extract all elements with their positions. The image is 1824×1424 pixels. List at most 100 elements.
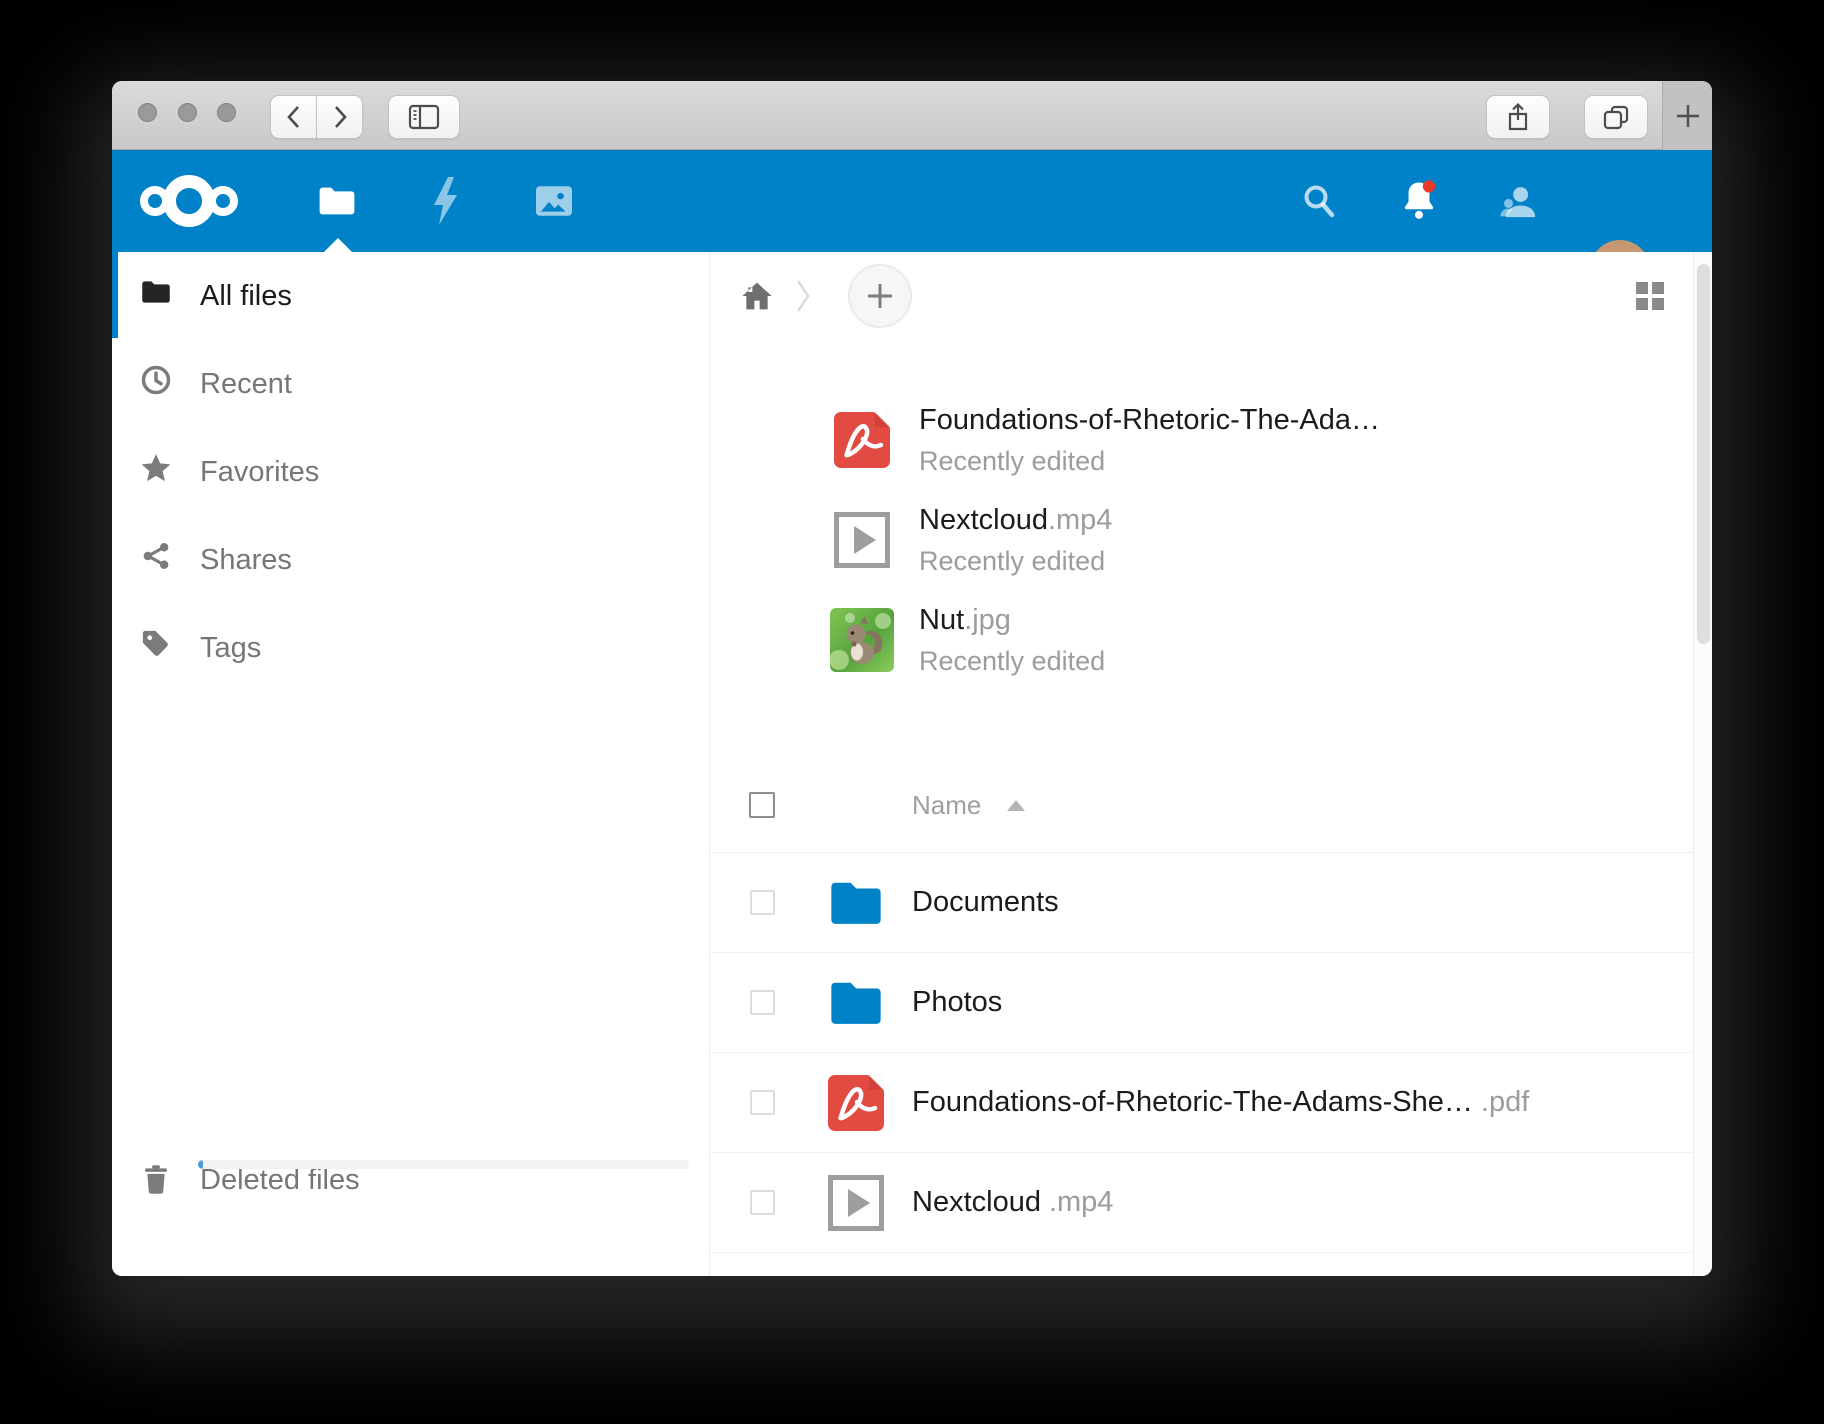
folder-icon [141,279,171,313]
tabs-icon [1601,102,1631,132]
trash-icon [112,1164,200,1196]
share-page-button[interactable] [1486,95,1550,139]
sidebar-item-label: Shares [200,544,292,577]
forward-button[interactable] [316,95,363,139]
pdf-file-icon [834,412,890,468]
home-button[interactable] [741,281,773,316]
sidebar-item-shares[interactable]: Shares [112,516,709,604]
quota-progress-bar [198,1160,689,1169]
plus-icon [865,281,895,311]
name-column-header[interactable]: Name [912,790,981,821]
file-subtitle: Recently edited [919,446,1380,477]
pdf-file-icon [828,1075,884,1131]
new-file-button[interactable] [848,264,912,328]
sidebar-item-label: Favorites [200,456,319,489]
new-tab-button[interactable] [1662,81,1712,150]
row-checkbox[interactable] [750,890,775,915]
breadcrumb [711,252,1693,340]
window-minimize-button[interactable] [178,103,197,122]
quota-indicator: 19.6 MB used [112,1255,709,1276]
sidebar-toggle-icon [408,104,440,130]
grid-view-toggle[interactable] [1635,281,1665,316]
quota-progress-fill [198,1160,203,1169]
recent-file-item[interactable]: Foundations-of-Rhetoric-The-Ada… Recentl… [830,390,1630,490]
folder-icon [318,186,356,216]
sidebar-item-tags[interactable]: Tags [112,604,709,692]
lightning-icon [428,175,462,227]
file-subtitle: Recently edited [919,546,1112,577]
browser-window: A All files Recent [112,81,1712,1276]
gallery-icon [534,183,574,219]
home-icon [741,281,773,311]
file-table-row[interactable]: Documents [711,853,1693,953]
file-name: Foundations-of-Rhetoric-The-Ada… [919,404,1380,436]
scrollbar[interactable] [1693,252,1712,1276]
sidebar-item-recent[interactable]: Recent [112,340,709,428]
video-file-icon [828,1175,884,1231]
sort-ascending-icon[interactable] [1007,800,1025,811]
app-tab-photos[interactable] [516,150,592,252]
file-name: Nextcloud [919,504,1048,536]
file-name: Photos [912,986,1002,1018]
window-close-button[interactable] [138,103,157,122]
star-icon [140,453,172,491]
row-checkbox[interactable] [750,1090,775,1115]
sidebar-item-favorites[interactable]: Favorites [112,428,709,516]
file-name: Documents [912,886,1059,918]
browser-toolbar [112,81,1712,150]
logo-ring-right [208,186,238,216]
sidebar-toggle-button[interactable] [388,95,460,139]
folder-icon [829,978,883,1029]
nextcloud-logo[interactable] [140,174,258,228]
tag-icon [141,629,171,667]
file-subtitle: Recently edited [919,646,1105,677]
back-button[interactable] [270,95,317,139]
folder-icon [829,878,883,929]
chevron-right-icon [329,104,351,130]
search-icon [1300,182,1338,220]
notifications-button[interactable] [1381,150,1457,252]
window-zoom-button[interactable] [217,103,236,122]
plus-icon [1674,102,1702,130]
sidebar-item-label: Tags [200,632,261,665]
sidebar-item-label: All files [200,280,292,313]
row-checkbox[interactable] [750,990,775,1015]
file-name: Foundations-of-Rhetoric-The-Adams-She… [912,1086,1473,1118]
contacts-icon [1498,181,1540,221]
active-app-notch [324,238,352,252]
app-tab-activity[interactable] [407,150,483,252]
row-checkbox[interactable] [750,1190,775,1215]
history-nav-group [270,95,363,139]
contacts-button[interactable] [1481,150,1557,252]
sidebar-item-label: Recent [200,368,292,401]
file-table-row[interactable]: Photos [711,953,1693,1053]
select-all-checkbox[interactable] [749,792,775,818]
file-table-row[interactable]: Nextcloud.mp4 [711,1153,1693,1253]
share-macos-icon [1505,102,1531,132]
scrollbar-thumb[interactable] [1697,264,1710,644]
nextcloud-header: A [112,150,1712,252]
share-icon [142,541,170,579]
recent-file-item[interactable]: Nextcloud.mp4 Recently edited [830,490,1630,590]
notification-badge [1423,180,1435,192]
show-tabs-button[interactable] [1584,95,1648,139]
file-name: Nextcloud [912,1186,1041,1218]
files-sidebar: All files Recent Favorites [112,252,710,1276]
breadcrumb-separator-icon [793,278,813,319]
file-extension: .jpg [964,604,1011,636]
bell-icon [1399,179,1439,223]
file-table-row[interactable]: Foundations-of-Rhetoric-The-Adams-She….p… [711,1053,1693,1153]
grid-icon [1635,281,1665,311]
active-indicator [112,252,118,338]
image-thumbnail [830,608,894,672]
file-extension: .mp4 [1048,504,1112,536]
search-button[interactable] [1281,150,1357,252]
file-extension: .pdf [1481,1086,1529,1118]
file-extension: .mp4 [1049,1186,1113,1218]
app-tab-files[interactable] [299,150,375,252]
files-content: Foundations-of-Rhetoric-The-Ada… Recentl… [711,252,1693,1276]
recent-file-item[interactable]: Nut.jpg Recently edited [830,590,1630,690]
sidebar-item-all-files[interactable]: All files [112,252,709,340]
chevron-left-icon [283,104,305,130]
sidebar-item-deleted-files[interactable]: Deleted files [112,1136,709,1224]
